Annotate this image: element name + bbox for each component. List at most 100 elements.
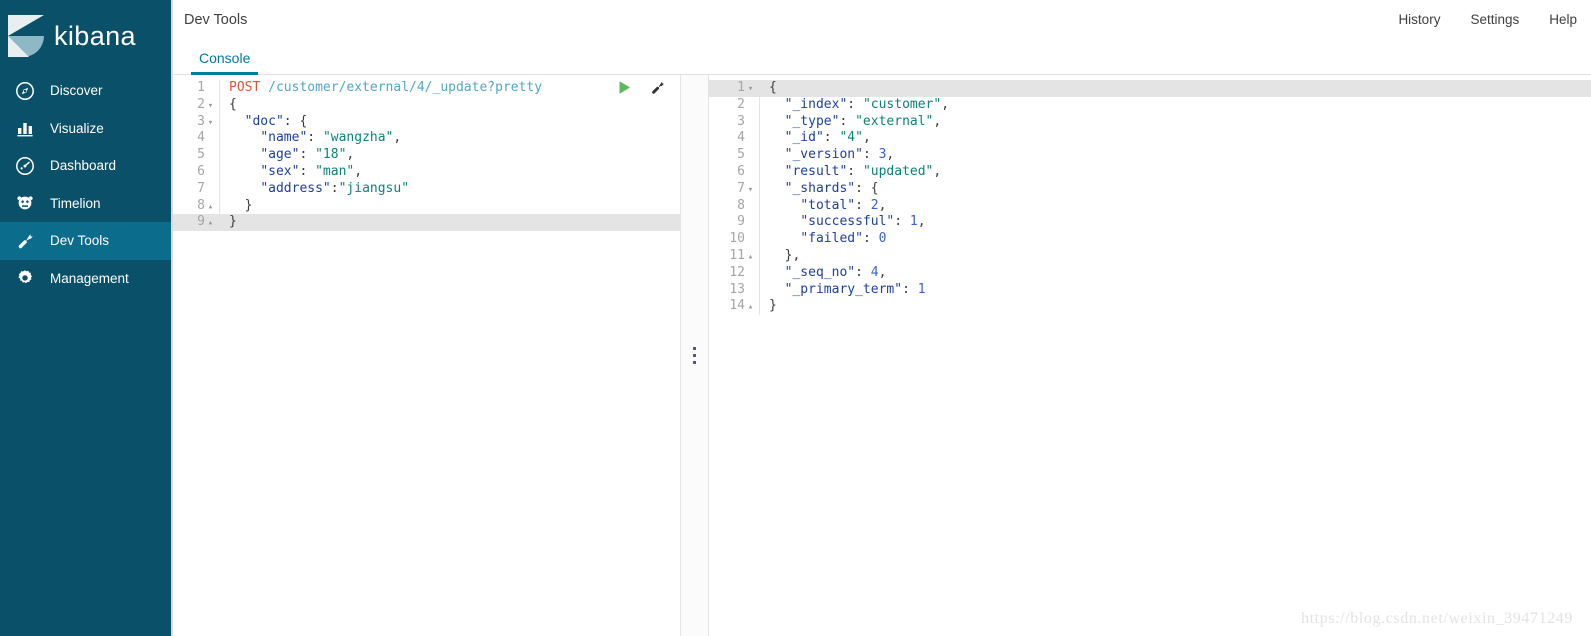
fold-open-icon[interactable]: ▾ (205, 115, 216, 132)
line-number: 1 ▾ (709, 80, 759, 97)
brand-logo[interactable]: kibana (0, 0, 171, 72)
code-text: "sex": "man", (260, 163, 363, 179)
code-text: "_seq_no": 4, (784, 264, 887, 280)
sidebar-item-visualize[interactable]: Visualize (0, 110, 171, 148)
line-number: 3 (709, 114, 759, 131)
code-line: 4 "_id": "4", (709, 130, 1591, 148)
sidebar-item-label: Discover (50, 83, 103, 98)
code-line: 2 ▾ { (173, 96, 680, 114)
sidebar-item-discover[interactable]: Discover (0, 72, 171, 110)
code-text: "total": 2, (800, 197, 887, 213)
editor-actions (616, 79, 666, 96)
sidebar-item-label: Management (50, 270, 129, 286)
code-line: 1 ▾ { (709, 80, 1591, 97)
code-text: { (229, 96, 237, 112)
fold-close-icon[interactable]: ▴ (745, 249, 756, 266)
code-line: 12 "_seq_no": 4, (709, 264, 1591, 283)
fold-close-icon[interactable]: ▴ (205, 215, 216, 232)
wrench-icon[interactable] (649, 79, 666, 96)
fold-open-icon[interactable]: ▾ (745, 182, 756, 199)
line-number: 5 (709, 147, 759, 164)
code-text: "_version": 3, (784, 147, 895, 163)
request-editor-pane[interactable]: 1 POST /customer/external/4/_update?pret… (173, 75, 680, 636)
code-text: "name": "wangzha", (260, 130, 402, 146)
bar-chart-icon (11, 116, 39, 140)
code-text: } (229, 214, 237, 230)
main-content: Dev Tools History Settings Help Console … (171, 0, 1591, 636)
line-number: 7 (173, 181, 219, 198)
line-number: 8 (709, 198, 759, 215)
code-text: "result": "updated", (784, 163, 942, 179)
line-number: 2 (709, 97, 759, 114)
code-line: 5 "_version": 3, (709, 147, 1591, 164)
line-number: 6 (173, 164, 219, 181)
wrench-icon (11, 229, 39, 253)
line-number: 1 (173, 80, 219, 97)
code-line: 11 ▴ }, (709, 247, 1591, 265)
sidebar-item-timelion[interactable]: Timelion (0, 185, 171, 223)
code-text: "_primary_term": 1 (784, 281, 926, 297)
fold-close-icon[interactable]: ▴ (205, 199, 216, 216)
fold-open-icon[interactable]: ▾ (745, 81, 756, 98)
response-editor: 1 ▾{2 "_index": "customer", 3 "_type": "ex… (709, 75, 1591, 636)
request-editor[interactable]: 1 POST /customer/external/4/_update?pret… (173, 75, 680, 636)
line-number: 5 (173, 147, 219, 164)
tab-console[interactable]: Console (191, 50, 259, 75)
response-editor-pane[interactable]: 1 ▾{2 "_index": "customer", 3 "_type": "ex… (709, 75, 1591, 636)
line-number: 6 (709, 164, 759, 181)
code-text: "failed": 0 (800, 231, 887, 247)
drag-handle-dots-icon (693, 347, 696, 364)
kibana-k-logo-icon (8, 15, 44, 57)
fold-close-icon[interactable]: ▴ (745, 299, 756, 316)
line-number: 8 ▴ (173, 198, 219, 215)
line-number: 2 ▾ (173, 97, 219, 114)
global-sidebar: kibana Discover Visualize Dashboard Time (0, 0, 171, 636)
timelion-icon (11, 191, 39, 215)
settings-link[interactable]: Settings (1470, 12, 1519, 27)
code-line: 8 ▴ } (173, 197, 680, 215)
code-line: 8 "total": 2, (709, 197, 1591, 215)
sidebar-item-label: Visualize (50, 120, 104, 136)
code-text: POST /customer/external/4/_update?pretty (229, 80, 543, 95)
history-link[interactable]: History (1398, 12, 1440, 27)
play-icon[interactable] (616, 79, 633, 96)
line-number: 3 ▾ (173, 114, 219, 131)
code-text: "_index": "customer", (784, 96, 950, 112)
fold-open-icon[interactable]: ▾ (205, 98, 216, 115)
line-number: 14 ▴ (709, 298, 759, 315)
code-text: "successful": 1, (800, 214, 926, 230)
sidebar-item-dev-tools[interactable]: Dev Tools (0, 222, 171, 260)
sidebar-item-dashboard[interactable]: Dashboard (0, 147, 171, 185)
pane-splitter[interactable] (680, 75, 709, 636)
gear-icon (11, 266, 39, 290)
top-bar-links: History Settings Help (1398, 12, 1577, 27)
compass-icon (11, 79, 39, 103)
help-link[interactable]: Help (1549, 12, 1577, 27)
sidebar-item-management[interactable]: Management (0, 260, 171, 298)
line-number: 9 (709, 214, 759, 231)
code-line: 7 ▾ "_shards": { (709, 180, 1591, 198)
code-text: "_shards": { (784, 180, 879, 196)
code-line: 1 POST /customer/external/4/_update?pret… (173, 80, 680, 97)
code-line: 9 "successful": 1, (709, 214, 1591, 232)
line-number: 7 ▾ (709, 181, 759, 198)
code-line: 4 "name": "wangzha", (173, 130, 680, 148)
line-number: 11 ▴ (709, 248, 759, 265)
line-number: 4 (709, 130, 759, 147)
code-text: "_id": "4", (784, 130, 871, 146)
line-number: 9 ▴ (173, 214, 219, 231)
code-line: 3 "_type": "external", (709, 113, 1591, 131)
code-text: } (229, 197, 253, 213)
